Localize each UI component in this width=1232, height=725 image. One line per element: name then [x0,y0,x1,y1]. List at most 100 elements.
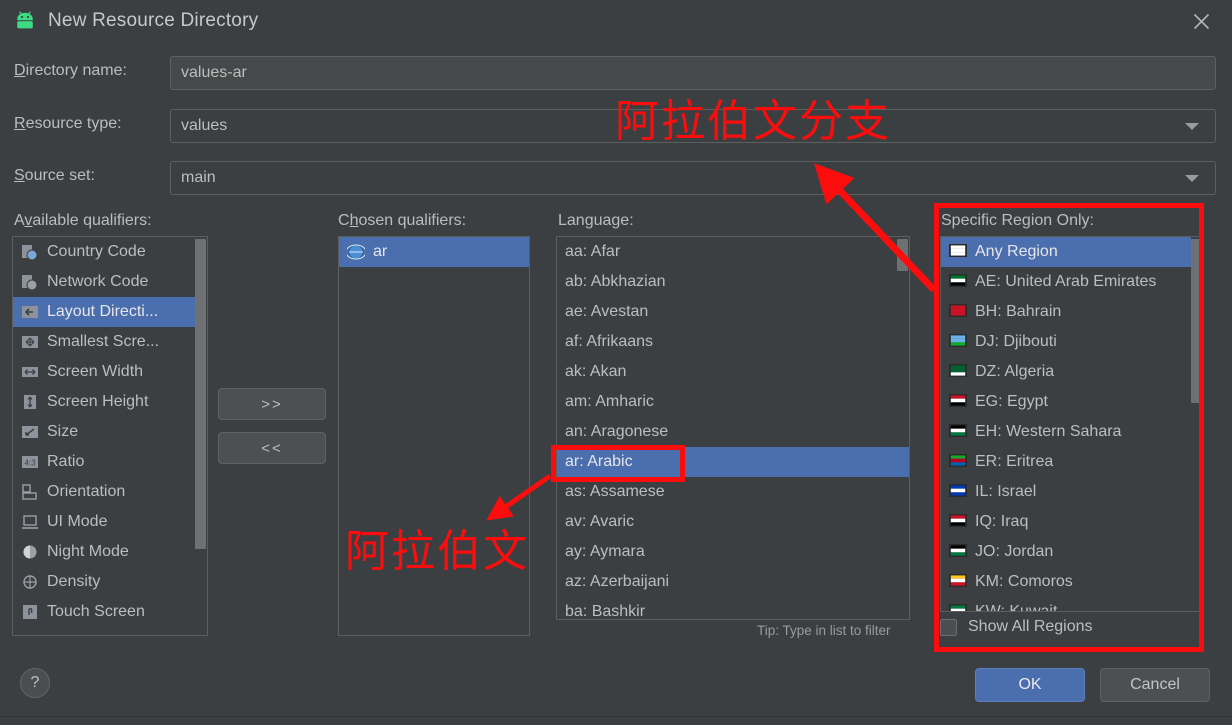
footer-divider [0,716,1232,717]
flag-icon [949,484,967,500]
add-qualifier-label: >> [261,395,283,413]
scrollbar-thumb[interactable] [897,239,908,271]
language-row[interactable]: ak: Akan [557,357,909,387]
available-qualifier-row[interactable]: Touch Screen [13,597,196,627]
region-row[interactable]: KM: Comoros [941,567,1191,597]
region-list[interactable]: Any Region AE: United Arab Emirates BH: Ba… [940,236,1204,612]
available-qualifier-row[interactable]: Orientation [13,477,196,507]
region-row[interactable]: IL: Israel [941,477,1191,507]
region-label: JO: Jordan [975,543,1054,560]
available-qualifier-row[interactable]: Screen Height [13,387,196,417]
cancel-button[interactable]: Cancel [1100,668,1210,702]
annotation-top-note: 阿拉伯文分支 [615,96,891,147]
ok-button[interactable]: OK [975,668,1085,702]
resource-type-value: values [181,117,228,134]
region-row[interactable]: DJ: Djibouti [941,327,1191,357]
available-qualifiers-scrollbar[interactable] [194,237,207,635]
region-label: EH: Western Sahara [975,423,1122,440]
scrollbar-thumb[interactable] [1191,239,1202,403]
region-row[interactable]: EG: Egypt [941,387,1191,417]
language-row[interactable]: aa: Afar [557,237,909,267]
region-row[interactable]: AE: United Arab Emirates [941,267,1191,297]
language-row[interactable]: az: Azerbaijani [557,567,909,597]
show-all-regions-checkbox[interactable]: Show All Regions [940,618,1093,636]
language-row[interactable]: af: Afrikaans [557,327,909,357]
language-label: ae: Avestan [565,303,649,320]
region-scrollbar[interactable] [1190,237,1203,611]
region-row[interactable]: ER: Eritrea [941,447,1191,477]
language-row[interactable]: ar: Arabic [557,447,909,477]
available-qualifier-row[interactable]: Network Code [13,267,196,297]
available-qualifier-row[interactable]: Screen Width [13,357,196,387]
available-qualifier-row[interactable]: Size [13,417,196,447]
chosen-qualifier-row[interactable]: ar [339,237,529,267]
region-heading: Specific Region Only: [941,212,1094,229]
flag-icon [949,334,967,350]
language-label: ba: Bashkir [565,603,646,620]
language-row[interactable]: av: Avaric [557,507,909,537]
help-label: ? [30,674,40,691]
available-qualifiers-heading: Available qualifiers: [14,212,152,229]
language-row[interactable]: an: Aragonese [557,417,909,447]
available-qualifier-label: Screen Width [47,363,144,380]
directory-name-input[interactable]: values-ar [170,56,1216,90]
available-qualifier-label: Screen Height [47,393,149,410]
language-row[interactable]: ab: Abkhazian [557,267,909,297]
language-row[interactable]: ae: Avestan [557,297,909,327]
language-row[interactable]: am: Amharic [557,387,909,417]
available-qualifier-row[interactable]: UI Mode [13,507,196,537]
close-icon[interactable] [1184,5,1218,37]
smallest-screen-icon [21,334,39,350]
resource-type-label: Resource type: [14,115,122,132]
available-qualifiers-list[interactable]: Country Code Network Code Layout Directi..… [12,236,208,636]
available-qualifier-row[interactable]: Night Mode [13,537,196,567]
scrollbar-thumb[interactable] [195,239,206,549]
available-qualifier-row[interactable]: Density [13,567,196,597]
available-qualifier-row[interactable]: Smallest Scre... [13,327,196,357]
language-label: as: Assamese [565,483,665,500]
region-row[interactable]: EH: Western Sahara [941,417,1191,447]
source-set-row: Source set: main [0,161,1232,195]
available-qualifier-label: Night Mode [47,543,129,560]
region-row[interactable]: JO: Jordan [941,537,1191,567]
source-set-label: Source set: [14,167,95,184]
orientation-icon [21,484,39,500]
available-qualifier-row[interactable]: Layout Directi... [13,297,196,327]
svg-text:4:3: 4:3 [24,459,36,468]
flag-icon [949,574,967,590]
available-qualifier-row[interactable]: 4:3 Ratio [13,447,196,477]
language-scrollbar[interactable] [896,237,909,619]
region-row[interactable]: IQ: Iraq [941,507,1191,537]
region-row[interactable]: DZ: Algeria [941,357,1191,387]
language-label: av: Avaric [565,513,635,530]
region-label: KM: Comoros [975,573,1073,590]
flag-icon [949,244,967,260]
language-row[interactable]: ba: Bashkir [557,597,909,620]
language-label: aa: Afar [565,243,621,260]
touch-screen-icon [21,604,39,620]
language-label: ab: Abkhazian [565,273,666,290]
help-button[interactable]: ? [20,668,50,698]
available-qualifier-label: Touch Screen [47,603,145,620]
language-row[interactable]: as: Assamese [557,477,909,507]
checkbox-box[interactable] [940,618,957,636]
chosen-qualifier-label: ar [373,243,388,260]
flag-icon [949,604,967,611]
available-qualifier-row[interactable]: Country Code [13,237,196,267]
region-row[interactable]: KW: Kuwait [941,597,1191,611]
show-all-regions-label: Show All Regions [968,618,1093,635]
language-list[interactable]: aa: Afar ab: Abkhazian ae: Avestan af: Afri… [556,236,910,620]
country-code-icon [21,244,39,261]
region-label: AE: United Arab Emirates [975,273,1157,290]
language-row[interactable]: ay: Aymara [557,537,909,567]
language-label: az: Azerbaijani [565,573,670,590]
language-label: af: Afrikaans [565,333,654,350]
region-row[interactable]: BH: Bahrain [941,297,1191,327]
flag-icon [949,424,967,440]
available-qualifier-label: Smallest Scre... [47,333,160,350]
layout-direction-icon [21,304,39,320]
region-row[interactable]: Any Region [941,237,1191,267]
remove-qualifier-button[interactable]: << [218,432,326,464]
add-qualifier-button[interactable]: >> [218,388,326,420]
source-set-combo[interactable]: main [170,161,1216,195]
